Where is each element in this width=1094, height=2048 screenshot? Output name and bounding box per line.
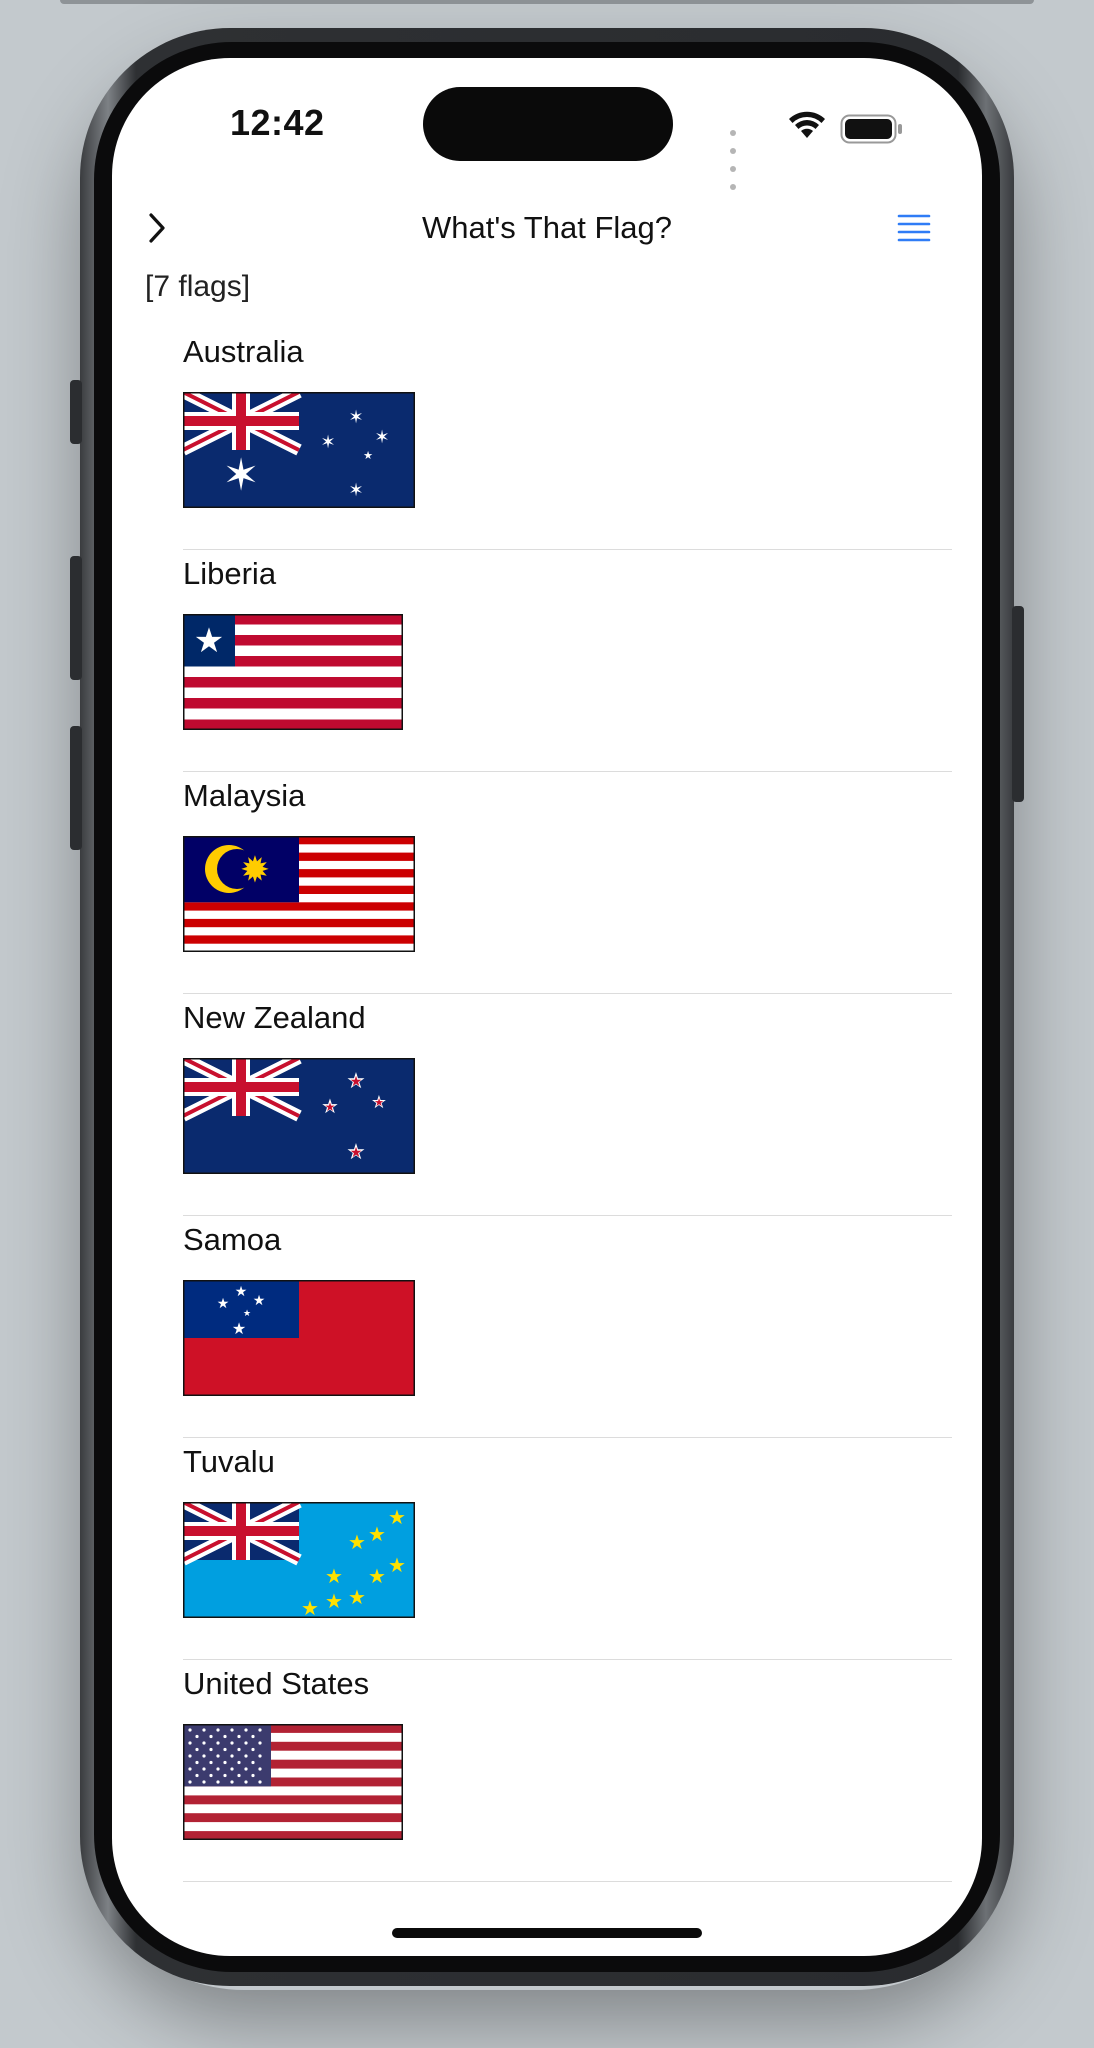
- svg-text:★: ★: [235, 1284, 248, 1300]
- wifi-icon: [789, 111, 825, 138]
- list-item-united-states[interactable]: United States: [183, 1660, 952, 1882]
- phone-screen: 12:42 What's That Flag? [7 flags] Austra…: [112, 58, 982, 1956]
- power-button: [1012, 606, 1024, 802]
- flag-list: Australia ✶ ✶ ✶ ✶ ★ ✶ Liberia ★ Malaysia…: [183, 328, 952, 1882]
- svg-text:★: ★: [374, 1096, 384, 1109]
- list-item-samoa[interactable]: Samoa ★ ★ ★ ★ ★: [183, 1216, 952, 1438]
- action-button: [70, 380, 82, 444]
- svg-text:★: ★: [194, 621, 224, 661]
- malaysia-flag-image: ✹: [183, 836, 415, 952]
- list-item-malaysia[interactable]: Malaysia ✹: [183, 772, 952, 994]
- liberia-flag-image: ★: [183, 614, 403, 730]
- menu-button[interactable]: [896, 212, 932, 244]
- dynamic-island: [423, 87, 673, 161]
- flag-name: Malaysia: [183, 778, 306, 813]
- list-item-tuvalu[interactable]: Tuvalu ★ ★ ★ ★ ★ ★ ★ ★ ★: [183, 1438, 952, 1660]
- svg-text:★: ★: [388, 1505, 406, 1529]
- svg-text:★: ★: [232, 1319, 246, 1338]
- svg-text:★: ★: [368, 1522, 386, 1546]
- svg-text:★: ★: [243, 1309, 251, 1319]
- flag-name: Samoa: [183, 1222, 282, 1257]
- svg-text:✶: ✶: [320, 432, 335, 453]
- volume-down-button: [70, 726, 82, 850]
- svg-text:★: ★: [301, 1596, 319, 1618]
- window-edge: [60, 0, 1034, 4]
- svg-text:✹: ✹: [240, 850, 270, 891]
- australia-flag-image: ✶ ✶ ✶ ✶ ★ ✶: [183, 392, 415, 508]
- list-icon: [897, 214, 931, 242]
- home-indicator[interactable]: [392, 1928, 702, 1938]
- flag-name: Liberia: [183, 556, 277, 591]
- svg-text:★: ★: [348, 1585, 366, 1609]
- new-zealand-flag-image: ★ ★ ★ ★ ★ ★ ★ ★: [183, 1058, 415, 1174]
- svg-text:★: ★: [363, 449, 373, 462]
- svg-text:✶: ✶: [348, 480, 363, 501]
- page-title: What's That Flag?: [421, 210, 672, 245]
- volume-up-button: [70, 556, 82, 680]
- svg-text:✶: ✶: [223, 450, 260, 501]
- svg-text:★: ★: [253, 1293, 266, 1309]
- svg-text:★: ★: [325, 1564, 343, 1588]
- svg-text:★: ★: [388, 1553, 406, 1577]
- svg-text:★: ★: [325, 1100, 336, 1114]
- svg-text:★: ★: [368, 1564, 386, 1588]
- list-item-australia[interactable]: Australia ✶ ✶ ✶ ✶ ★ ✶: [183, 328, 952, 550]
- list-item-liberia[interactable]: Liberia ★: [183, 550, 952, 772]
- svg-text:★: ★: [217, 1296, 230, 1312]
- samoa-flag-image: ★ ★ ★ ★ ★: [183, 1280, 415, 1396]
- cellular-signal-icon: [730, 123, 739, 195]
- united-states-flag-image: [183, 1724, 403, 1840]
- navigation-bar: What's That Flag?: [112, 198, 982, 258]
- flag-name: United States: [183, 1666, 370, 1701]
- flag-name: Australia: [183, 334, 304, 369]
- flag-name: Tuvalu: [183, 1444, 275, 1479]
- list-item-new-zealand[interactable]: New Zealand ★ ★ ★ ★ ★ ★ ★ ★: [183, 994, 952, 1216]
- flag-count-label: [7 flags]: [145, 270, 251, 303]
- svg-text:★: ★: [348, 1530, 366, 1554]
- svg-text:✶: ✶: [374, 427, 389, 448]
- svg-text:★: ★: [350, 1145, 363, 1161]
- tuvalu-flag-image: ★ ★ ★ ★ ★ ★ ★ ★ ★: [183, 1502, 415, 1618]
- flag-name: New Zealand: [183, 1000, 366, 1035]
- svg-text:★: ★: [325, 1589, 343, 1613]
- svg-text:✶: ✶: [348, 407, 363, 428]
- battery-icon: [840, 114, 902, 144]
- svg-text:★: ★: [350, 1074, 363, 1090]
- status-time: 12:42: [230, 102, 325, 143]
